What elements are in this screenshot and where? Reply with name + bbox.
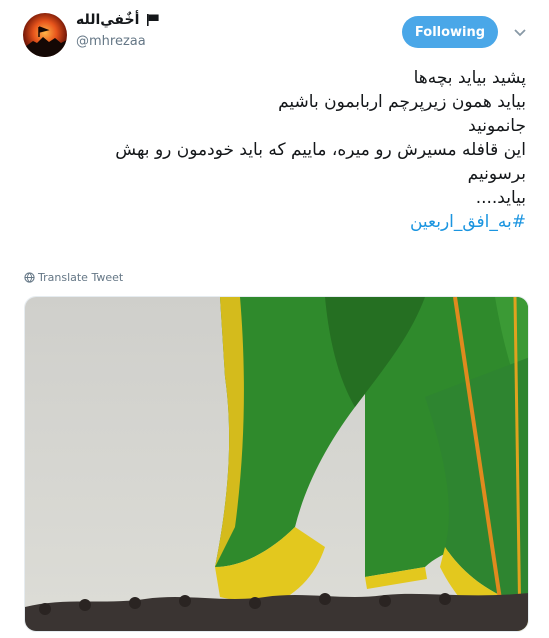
tweet-line: بیاید.... [475, 188, 526, 208]
translate-label: Translate Tweet [38, 271, 124, 284]
hashtag-link[interactable]: #به_افق_اربعین [26, 210, 526, 234]
display-name-text: أخٌفي‌الله [76, 12, 140, 28]
tweet-line: این قافله مسیرش رو میره، ماییم که باید خ… [115, 140, 526, 160]
globe-icon [24, 272, 35, 283]
avatar-image [23, 26, 67, 57]
tweet-line: برسونیم [467, 164, 526, 184]
avatar[interactable] [23, 13, 67, 57]
tweet-line: پشید بیاید بچه‌ها [413, 68, 526, 88]
tweet-photo[interactable] [24, 296, 529, 632]
tweet-header: أخٌفي‌الله @mhrezaa Following [0, 0, 549, 62]
tweet-line: بیاید همون زیرپرچم اربابمون باشیم [278, 92, 526, 112]
flag-icon [147, 14, 159, 26]
display-name[interactable]: أخٌفي‌الله [76, 12, 160, 28]
tweet-line: جانمونید [468, 116, 526, 136]
following-button[interactable]: Following [402, 16, 498, 48]
flags-photo [25, 297, 528, 631]
chevron-down-icon[interactable] [512, 24, 528, 40]
translate-tweet-link[interactable]: Translate Tweet [24, 271, 123, 284]
user-handle[interactable]: @mhrezaa [76, 34, 146, 49]
tweet-text: پشید بیاید بچه‌ها بیاید همون زیرپرچم ارب… [26, 66, 526, 234]
